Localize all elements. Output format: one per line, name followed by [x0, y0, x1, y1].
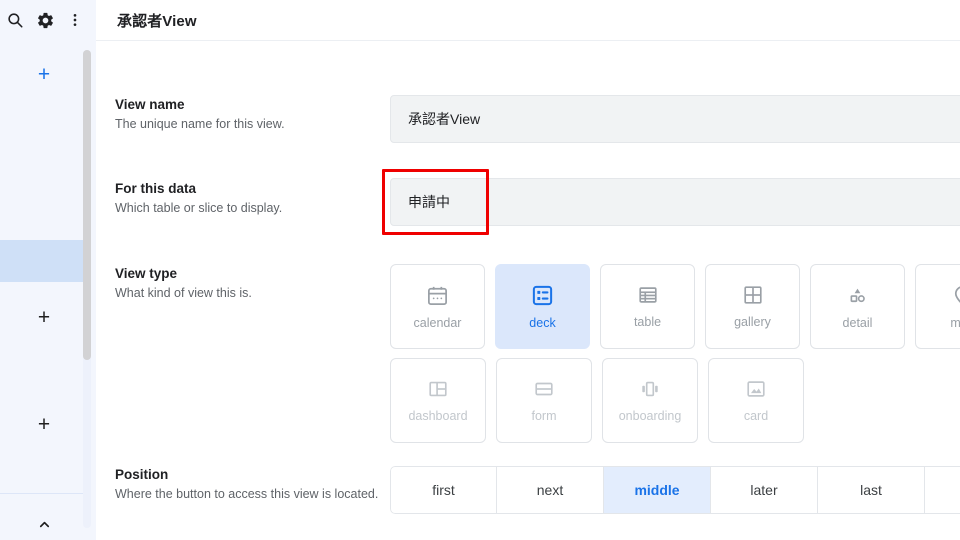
view-type-tile-map-label: map [950, 315, 960, 330]
view-type-tile-gallery-label: gallery [734, 315, 771, 329]
rail-toolbar [0, 0, 96, 40]
more-vertical-icon[interactable] [60, 5, 90, 35]
view-type-tile-dashboard-label: dashboard [408, 409, 468, 423]
rail-add-second-label: + [37, 305, 51, 329]
view-type-tile-dashboard[interactable]: dashboard [390, 358, 486, 443]
position-option-first[interactable]: first [390, 466, 497, 514]
position-option-middle[interactable]: middle [604, 466, 711, 514]
rail-add-primary-label: + [37, 62, 51, 86]
position-option-overflow[interactable] [925, 466, 960, 514]
form-icon [533, 378, 555, 400]
left-rail: + + + [0, 0, 96, 540]
app-window: + + + 承認者View View name The unique name … [0, 0, 960, 540]
view-type-tile-table-label: table [633, 315, 662, 329]
position-option-next[interactable]: next [497, 466, 604, 514]
detail-icon [846, 284, 869, 307]
view-type-label: View type [115, 266, 178, 281]
view-type-tile-map[interactable]: map [915, 264, 960, 349]
rail-add-button-second[interactable]: + [0, 305, 88, 329]
view-type-tile-form-label: form [531, 409, 557, 423]
position-description: Where the button to access this view is … [115, 487, 379, 501]
gallery-icon [742, 284, 764, 306]
view-type-tile-onboarding[interactable]: onboarding [602, 358, 698, 443]
main-panel: 承認者View View name The unique name for th… [96, 0, 960, 540]
for-this-data-select[interactable]: 申請中 [390, 178, 960, 226]
view-name-input[interactable]: 承認者View [390, 95, 960, 143]
position-option-next-label: next [536, 482, 564, 498]
view-type-tile-onboarding-label: onboarding [618, 409, 682, 423]
position-label: Position [115, 467, 169, 482]
position-option-middle-label: middle [634, 482, 680, 498]
deck-icon [531, 284, 554, 307]
view-name-label-group: View name The unique name for this view. [115, 96, 395, 133]
view-name-label: View name [115, 97, 185, 112]
for-this-data-value: 申請中 [408, 194, 450, 210]
view-type-description: What kind of view this is. [115, 286, 252, 300]
position-option-first-label: first [432, 482, 455, 498]
panel-titlebar: 承認者View [96, 0, 960, 41]
view-type-tile-form[interactable]: form [496, 358, 592, 443]
for-this-data-select-wrap: 申請中 [382, 169, 960, 235]
page-title: 承認者View [117, 12, 197, 30]
view-type-tile-detail-label: detail [842, 315, 873, 330]
position-option-last[interactable]: last [818, 466, 925, 514]
view-type-tile-card-label: card [743, 409, 769, 423]
calendar-icon [426, 284, 449, 307]
view-type-row-1: calendar deck table gallery detail m [390, 264, 960, 349]
view-type-tile-calendar-label: calendar [413, 315, 462, 330]
rail-add-third-label: + [37, 412, 51, 436]
view-type-tile-gallery[interactable]: gallery [705, 264, 800, 349]
view-type-tiles: calendar deck table gallery detail m das… [390, 264, 960, 443]
rail-divider [0, 493, 88, 494]
chevron-up-icon[interactable] [0, 508, 88, 540]
view-type-label-group: View type What kind of view this is. [115, 265, 395, 302]
view-type-tile-table[interactable]: table [600, 264, 695, 349]
for-this-data-label: For this data [115, 181, 197, 196]
onboarding-icon [638, 378, 662, 400]
position-option-later[interactable]: later [711, 466, 818, 514]
view-type-tile-detail[interactable]: detail [810, 264, 905, 349]
table-icon [637, 284, 659, 306]
view-type-tile-deck-label: deck [529, 315, 556, 330]
view-type-tile-card[interactable]: card [708, 358, 804, 443]
card-icon [745, 378, 767, 400]
search-icon[interactable] [0, 5, 30, 35]
rail-selected-item[interactable] [0, 240, 88, 282]
dashboard-icon [427, 378, 449, 400]
position-segmented-control: first next middle later last [390, 466, 960, 514]
position-label-group: Position Where the button to access this… [115, 466, 395, 503]
view-name-description: The unique name for this view. [115, 117, 285, 131]
for-this-data-label-group: For this data Which table or slice to di… [115, 180, 395, 217]
position-option-later-label: later [750, 482, 778, 498]
view-type-tile-calendar[interactable]: calendar [390, 264, 485, 349]
view-name-value: 承認者View [408, 111, 481, 127]
for-this-data-description: Which table or slice to display. [115, 201, 283, 215]
rail-add-button-primary[interactable]: + [0, 62, 88, 86]
view-type-row-2: dashboard form onboarding card [390, 358, 960, 443]
rail-add-button-third[interactable]: + [0, 412, 88, 436]
gear-icon[interactable] [30, 5, 60, 35]
rail-scrollbar-thumb[interactable] [83, 50, 91, 360]
view-type-tile-deck[interactable]: deck [495, 264, 590, 349]
map-pin-icon [951, 284, 960, 307]
position-option-last-label: last [860, 482, 882, 498]
rail-items: + + + [0, 40, 96, 540]
